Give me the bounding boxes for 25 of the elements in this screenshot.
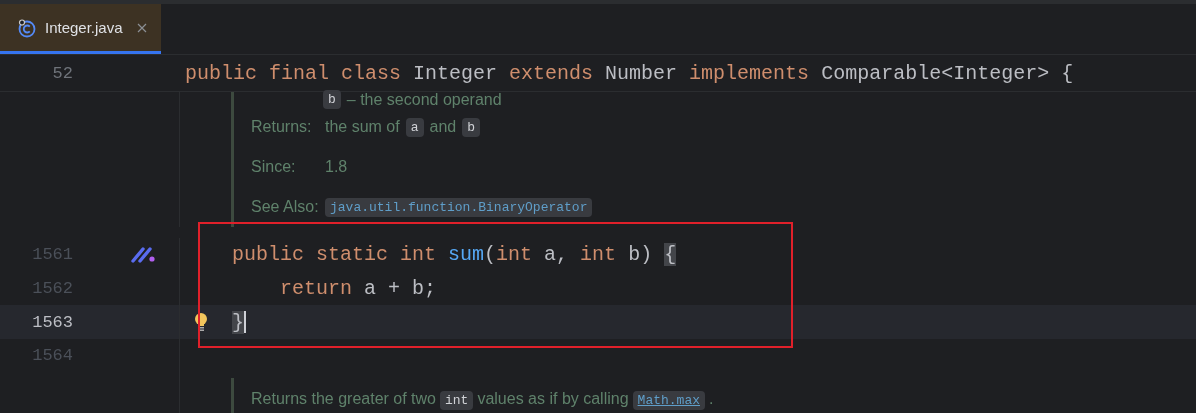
code-line: public final class Integer extends Number implements Comparable<Integer> { <box>185 61 1074 85</box>
lightbulb-icon[interactable] <box>194 312 208 333</box>
inline-code: a <box>405 117 424 137</box>
doc-link[interactable]: java.util.function.BinaryOperator <box>325 197 593 217</box>
line-number: 52 <box>51 63 73 83</box>
doc-link[interactable]: Math.max <box>632 390 705 410</box>
line-number: 1563 <box>31 312 73 332</box>
close-icon[interactable] <box>136 22 147 33</box>
doc-text: – the second operand <box>346 90 502 109</box>
file-tab[interactable]: Integer.java <box>0 4 161 54</box>
tab-label: Integer.java <box>45 19 123 36</box>
code-line: public static int sum(int a, int b) { <box>231 243 677 267</box>
slash-marks-icon[interactable] <box>131 246 157 263</box>
doc-text: 1.8 <box>325 158 348 176</box>
inline-code: int <box>440 390 474 410</box>
class-file-icon <box>17 17 37 38</box>
code-line: return a + b; <box>279 277 437 301</box>
inline-code: b <box>462 117 481 137</box>
doc-text: the sum of <box>325 118 400 136</box>
inline-code: b <box>323 90 341 109</box>
doc-tag-label: Since: <box>251 158 297 176</box>
doc-text: and <box>429 118 457 136</box>
doc-tag-label: Returns: <box>251 118 313 136</box>
doc-tag-label: See Also: <box>251 198 319 216</box>
doc-paragraph: Returns the greater of two int values as if by calling Math.max . <box>251 389 714 412</box>
